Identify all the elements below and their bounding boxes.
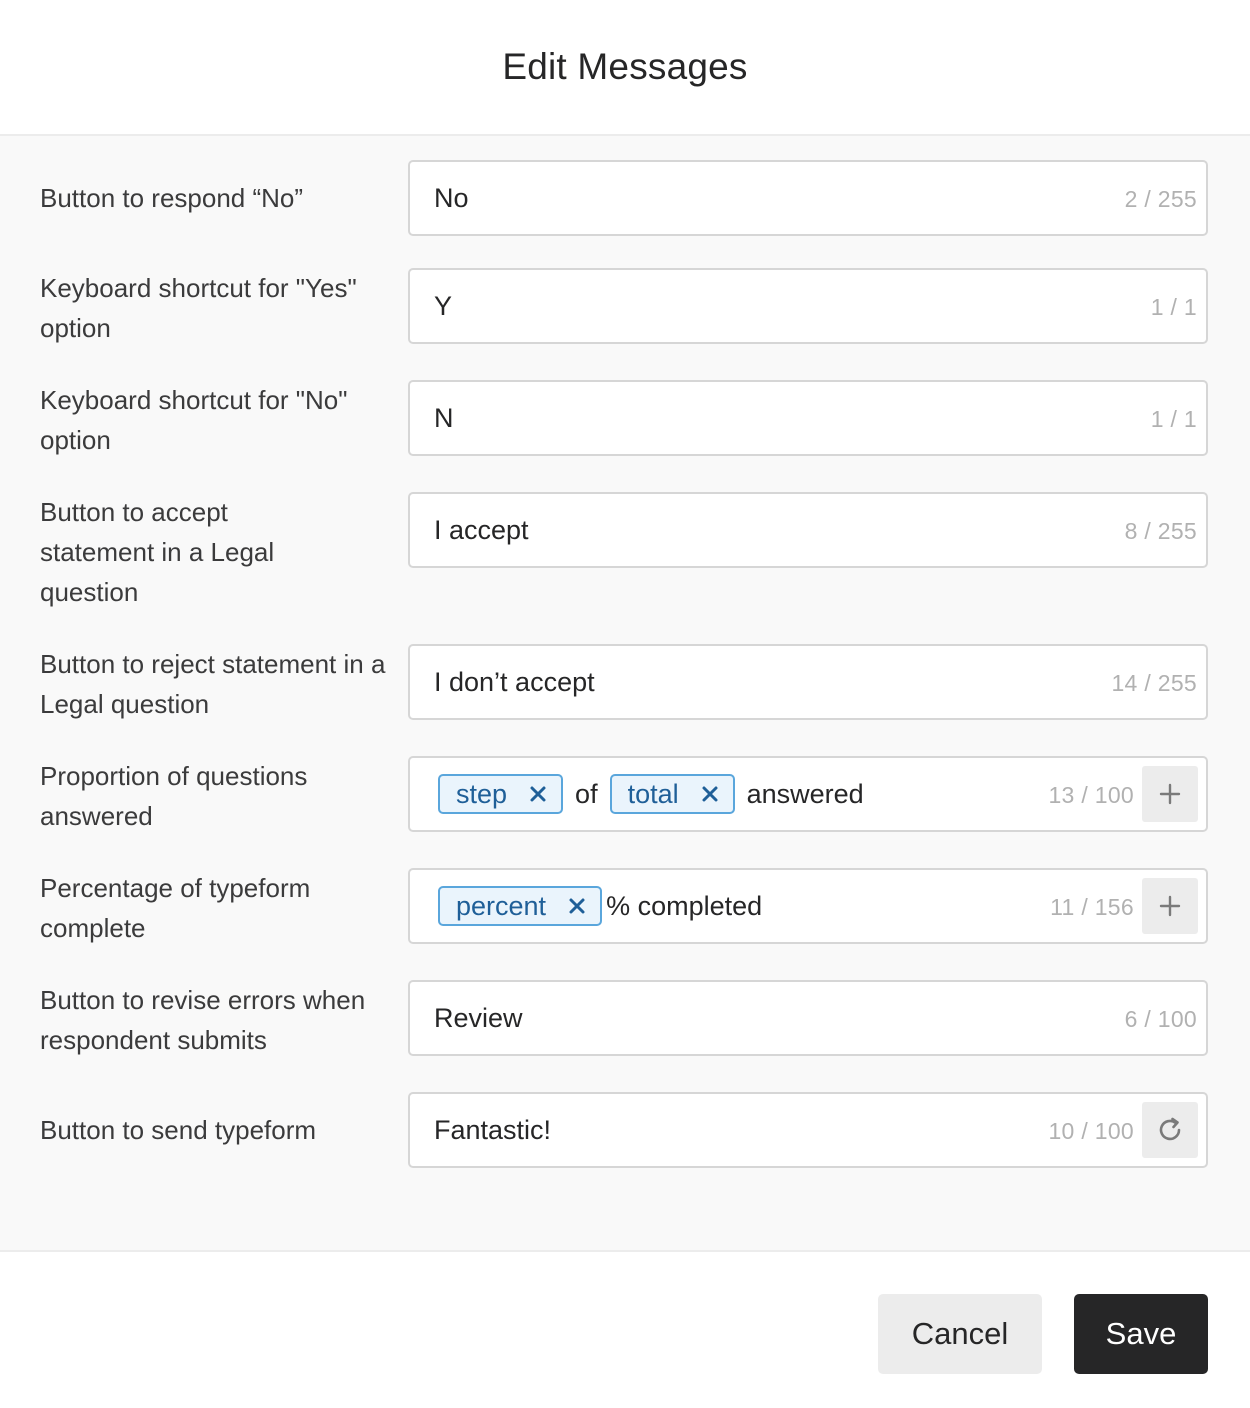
variable-chip-percent[interactable]: percent: [438, 886, 603, 926]
text-field[interactable]: No 2 / 255: [408, 160, 1208, 236]
field-label: Percentage of typeform complete: [40, 873, 311, 943]
text-field[interactable]: Fantastic! 10 / 100: [408, 1092, 1208, 1168]
field-value[interactable]: Fantastic!: [434, 1094, 551, 1166]
reset-button[interactable]: [1142, 1102, 1198, 1158]
modal-body: Button to respond “No” No 2 / 255 Keyboa…: [0, 136, 1250, 1252]
field-value[interactable]: No: [434, 162, 469, 234]
add-variable-button[interactable]: [1142, 766, 1198, 822]
char-counter: 6 / 100: [1124, 1006, 1197, 1032]
remove-icon[interactable]: [529, 785, 547, 803]
modal-header: Edit Messages: [0, 0, 1250, 136]
add-variable-button[interactable]: [1142, 878, 1198, 934]
text-field[interactable]: I don’t accept 14 / 255: [408, 644, 1208, 720]
token-text: answered: [746, 778, 864, 809]
field-value[interactable]: Y: [434, 270, 452, 342]
modal-title: Edit Messages: [502, 46, 748, 87]
char-counter: 8 / 255: [1124, 518, 1197, 544]
plus-icon: [1159, 783, 1181, 805]
remove-icon[interactable]: [568, 897, 586, 915]
token-list[interactable]: percent % completed: [438, 870, 774, 942]
reset-icon: [1159, 1117, 1181, 1141]
field-label: Button to accept statement in a Legal qu…: [40, 497, 275, 607]
char-counter: 2 / 255: [1124, 186, 1197, 212]
field-label: Button to respond “No”: [40, 183, 304, 213]
text-field[interactable]: Y 1 / 1: [408, 268, 1208, 344]
field-value[interactable]: N: [434, 382, 454, 454]
chip-label: step: [456, 778, 508, 809]
token-text: % completed: [606, 890, 763, 921]
text-field[interactable]: N 1 / 1: [408, 380, 1208, 456]
char-counter: 1 / 1: [1150, 294, 1197, 320]
field-label: Proportion of questions answered: [40, 761, 308, 831]
token-field[interactable]: step of total answered 13 / 100: [408, 756, 1208, 832]
char-counter: 11 / 156: [1050, 894, 1134, 920]
char-counter: 14 / 255: [1111, 670, 1197, 696]
chip-label: percent: [456, 890, 547, 921]
variable-chip-step[interactable]: step: [438, 774, 564, 814]
char-counter: 1 / 1: [1150, 406, 1197, 432]
field-value[interactable]: I don’t accept: [434, 646, 595, 718]
token-list[interactable]: step of total answered: [438, 758, 876, 830]
char-counter: 10 / 100: [1048, 1118, 1134, 1144]
field-label: Keyboard shortcut for "No" option: [40, 385, 348, 455]
field-label: Button to reject statement in a Legal qu…: [40, 649, 386, 719]
chip-label: total: [627, 778, 679, 809]
token-field[interactable]: percent % completed 11 / 156: [408, 868, 1208, 944]
field-label: Button to revise errors when respondent …: [40, 985, 366, 1055]
text-field[interactable]: I accept 8 / 255: [408, 492, 1208, 568]
field-value[interactable]: I accept: [434, 494, 529, 566]
remove-icon[interactable]: [701, 785, 719, 803]
field-label: Keyboard shortcut for "Yes" option: [40, 273, 357, 343]
token-text: of: [575, 778, 598, 809]
modal-footer: Cancel Save: [0, 1252, 1250, 1408]
char-counter: 13 / 100: [1048, 782, 1134, 808]
edit-messages-modal: Edit Messages Button to respond “No” No …: [0, 0, 1250, 1408]
field-value[interactable]: Review: [434, 982, 523, 1054]
save-button[interactable]: Save: [1074, 1294, 1208, 1374]
text-field[interactable]: Review 6 / 100: [408, 980, 1208, 1056]
field-label: Button to send typeform: [40, 1115, 317, 1145]
plus-icon: [1159, 895, 1181, 917]
cancel-button[interactable]: Cancel: [878, 1294, 1042, 1374]
variable-chip-total[interactable]: total: [609, 774, 735, 814]
